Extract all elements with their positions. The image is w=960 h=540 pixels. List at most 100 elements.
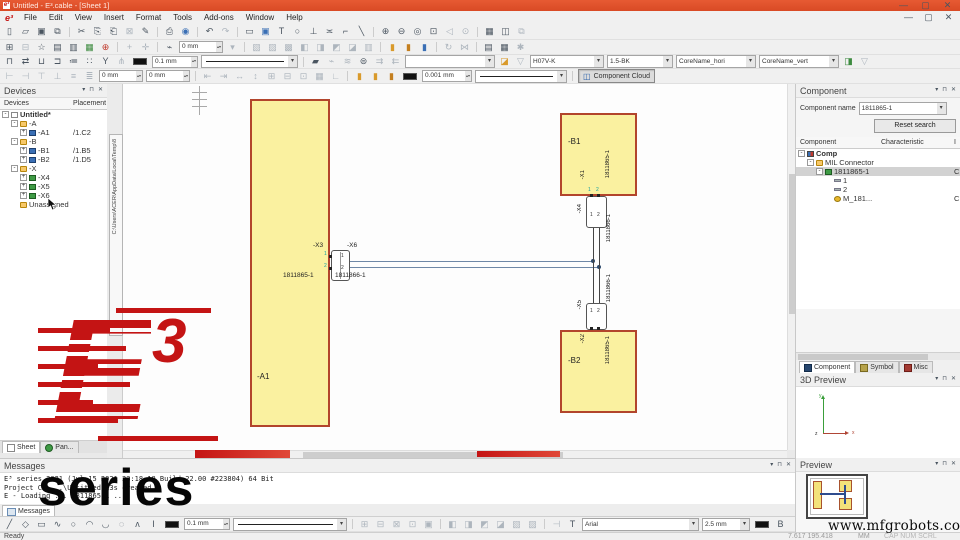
- component-tab[interactable]: Symbol: [855, 361, 898, 373]
- pin-grid-icon[interactable]: ∷: [83, 55, 96, 68]
- signal-name-combo[interactable]: ▾: [405, 55, 495, 68]
- draw-rectangle-icon[interactable]: ▭: [35, 518, 48, 531]
- text-tool-icon[interactable]: T: [566, 518, 579, 531]
- column-characteristic[interactable]: Characteristic: [881, 139, 924, 146]
- settings-icon[interactable]: ✱: [514, 41, 527, 54]
- cable-line-right[interactable]: [599, 228, 600, 303]
- help-icon[interactable]: ◉: [179, 25, 192, 38]
- expander-icon[interactable]: -: [11, 138, 18, 145]
- wire-2[interactable]: [350, 267, 600, 268]
- database-icon[interactable]: ▤: [482, 41, 495, 54]
- expander-icon[interactable]: -: [807, 159, 814, 166]
- devices-column-header[interactable]: Devices Placement: [0, 98, 107, 110]
- paste-icon[interactable]: ⎗: [107, 25, 120, 38]
- doc-close-icon[interactable]: ✕: [942, 11, 955, 24]
- signal-filter-icon[interactable]: ▽: [514, 55, 527, 68]
- move-icon[interactable]: +: [123, 41, 136, 54]
- component-tree-item[interactable]: M_181... C: [796, 194, 960, 203]
- device-tree-item[interactable]: + -B2 /1.D5: [0, 155, 107, 164]
- format-painter-icon[interactable]: ✎: [139, 25, 152, 38]
- sheet-tab[interactable]: Sheet: [2, 441, 40, 453]
- back-icon[interactable]: ▥: [362, 41, 375, 54]
- wire-pointer-icon[interactable]: ⌁: [163, 41, 176, 54]
- device-block-b1[interactable]: [560, 113, 637, 196]
- expander-icon[interactable]: +: [20, 156, 27, 163]
- component-db-icon[interactable]: ▦: [83, 41, 96, 54]
- component-tab[interactable]: Misc: [899, 361, 933, 373]
- device-tree-item[interactable]: - -B: [0, 137, 107, 146]
- grid-icon[interactable]: ▦: [483, 25, 496, 38]
- panel-pin-icon[interactable]: ⊓: [777, 459, 782, 472]
- chevron-down-icon[interactable]: ▾: [740, 519, 749, 530]
- panel-pin-icon[interactable]: ⊓: [942, 84, 947, 97]
- spinner-arrows[interactable]: ▴▾: [136, 71, 142, 81]
- draw-line-icon[interactable]: ╱: [3, 518, 16, 531]
- spinner-arrows[interactable]: ▴▾: [191, 57, 197, 67]
- space-right-icon[interactable]: ⇥: [217, 70, 230, 83]
- layer1-icon[interactable]: ▮: [386, 41, 399, 54]
- device-tree-item[interactable]: + -A1 /1.C2: [0, 128, 107, 137]
- align-bottom-icon[interactable]: ⊥: [307, 25, 320, 38]
- component-tree-item[interactable]: 2: [796, 185, 960, 194]
- panel-menu-icon[interactable]: ▾: [935, 373, 938, 386]
- doc-minimize-icon[interactable]: —: [902, 11, 915, 24]
- line-icon[interactable]: ╲: [355, 25, 368, 38]
- chevron-down-icon[interactable]: ▾: [337, 519, 346, 530]
- expander-icon[interactable]: +: [20, 129, 27, 136]
- space-v-icon[interactable]: ↕: [249, 70, 262, 83]
- spinner-arrows[interactable]: ▴▾: [465, 71, 471, 81]
- panel-close-icon[interactable]: ✕: [951, 458, 956, 471]
- expander-icon[interactable]: +: [20, 147, 27, 154]
- panel-menu-icon[interactable]: ▾: [935, 458, 938, 471]
- corename-vert-combo[interactable]: CoreName_vert▾: [759, 55, 839, 68]
- sheet-properties-icon[interactable]: ⊟: [19, 41, 32, 54]
- circle-icon[interactable]: ○: [291, 25, 304, 38]
- ungroup-icon[interactable]: ▨: [266, 41, 279, 54]
- signal-icon[interactable]: ⌁: [325, 55, 338, 68]
- core-clear-icon[interactable]: ▽: [858, 55, 871, 68]
- same-width-icon[interactable]: ⊞: [265, 70, 278, 83]
- device-tree-item[interactable]: - Untitled*: [0, 110, 107, 119]
- column-inherit[interactable]: I: [954, 139, 956, 146]
- wire-1[interactable]: [350, 261, 593, 262]
- temp-path-tab[interactable]: C:\Users\ACER\AppData\Local\Temp\8: [109, 134, 123, 336]
- panel-pin-icon[interactable]: ⊓: [942, 373, 947, 386]
- zoom-fit-icon[interactable]: ◎: [411, 25, 424, 38]
- fill1-icon[interactable]: ◧: [446, 518, 459, 531]
- hatch4-icon[interactable]: ⊡: [406, 518, 419, 531]
- print-icon[interactable]: ⎙: [163, 25, 176, 38]
- panel-pin-icon[interactable]: ⊓: [942, 458, 947, 471]
- panel-close-icon[interactable]: ✕: [951, 84, 956, 97]
- draw-arc-icon[interactable]: ◠: [83, 518, 96, 531]
- assign-signal-icon[interactable]: ◪: [498, 55, 511, 68]
- connect-right-icon[interactable]: ⇉: [373, 55, 386, 68]
- column-devices[interactable]: Devices: [0, 100, 29, 107]
- zoom-out-icon[interactable]: ⊖: [395, 25, 408, 38]
- line-color-swatch[interactable]: [133, 58, 147, 65]
- text-cursor-icon[interactable]: ⊣: [550, 518, 563, 531]
- hatch1-icon[interactable]: ⊞: [358, 518, 371, 531]
- raise-icon[interactable]: ◨: [314, 41, 327, 54]
- paste-special-icon[interactable]: ⊠: [123, 25, 136, 38]
- panel-close-icon[interactable]: ✕: [98, 84, 103, 97]
- panel-menu-icon[interactable]: ▾: [935, 84, 938, 97]
- snap-icon[interactable]: ⊡: [297, 70, 310, 83]
- device-block-b2[interactable]: [560, 330, 637, 413]
- device-table-icon[interactable]: ▤: [51, 41, 64, 54]
- align-right-edge-icon[interactable]: ⊣: [19, 70, 32, 83]
- unlock-icon[interactable]: ◧: [298, 41, 311, 54]
- renumber-icon[interactable]: ≔: [67, 55, 80, 68]
- zoom-previous-icon[interactable]: ◁: [443, 25, 456, 38]
- bundle3-icon[interactable]: ▮: [385, 70, 398, 83]
- rotate-icon[interactable]: ↻: [442, 41, 455, 54]
- grid-toggle-icon[interactable]: ▦: [313, 70, 326, 83]
- lock-icon[interactable]: ▩: [282, 41, 295, 54]
- corename-hori-combo[interactable]: CoreName_hori▾: [676, 55, 756, 68]
- distribute-icon[interactable]: ≍: [323, 25, 336, 38]
- panel-close-icon[interactable]: ✕: [786, 459, 791, 472]
- align-bottom-edge-icon[interactable]: ⊥: [51, 70, 64, 83]
- fill3-icon[interactable]: ◩: [478, 518, 491, 531]
- grid-size-spinner[interactable]: 0.001 mm▴▾: [422, 70, 472, 82]
- draw-line-style-select[interactable]: ▾: [233, 518, 347, 531]
- chevron-down-icon[interactable]: ▾: [594, 56, 603, 67]
